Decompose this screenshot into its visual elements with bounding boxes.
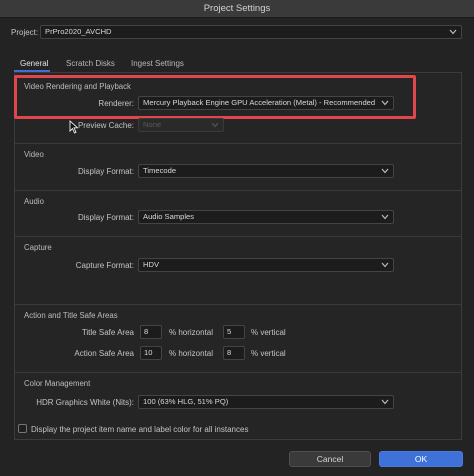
video-display-format-label: Display Format: — [77, 167, 134, 176]
hdr-graphics-white-label: HDR Graphics White (Nits): — [36, 398, 134, 407]
project-dropdown[interactable]: PrPro2020_AVCHD — [40, 25, 462, 39]
section-audio-title: Audio — [24, 197, 44, 206]
capture-format-value: HDV — [143, 260, 160, 269]
action-safe-label: Action Safe Area — [74, 349, 134, 358]
video-display-format-dropdown[interactable]: Timecode — [138, 164, 394, 178]
capture-format-dropdown[interactable]: HDV — [138, 258, 394, 272]
hdr-graphics-white-value: 100 (63% HLG, 51% PQ) — [143, 397, 229, 406]
video-display-format-value: Timecode — [143, 166, 177, 175]
chevron-down-icon — [381, 262, 389, 268]
divider — [15, 304, 461, 305]
renderer-dropdown[interactable]: Mercury Playback Engine GPU Acceleration… — [138, 96, 394, 110]
preview-cache-dropdown[interactable]: None — [138, 118, 224, 132]
section-video-title: Video — [24, 150, 44, 159]
chevron-down-icon — [381, 214, 389, 220]
capture-format-label: Capture Format: — [75, 261, 134, 270]
action-safe-vertical-unit: % vertical — [251, 349, 286, 358]
cancel-button[interactable]: Cancel — [289, 451, 371, 467]
section-capture-title: Capture — [24, 243, 52, 252]
divider — [15, 236, 461, 237]
title-safe-label: Title Safe Area — [81, 328, 134, 337]
section-safe-areas-title: Action and Title Safe Areas — [24, 311, 118, 320]
divider — [15, 372, 461, 373]
action-safe-vertical-input[interactable]: 8 — [223, 346, 245, 360]
tab-ingest-settings[interactable]: Ingest Settings — [131, 59, 184, 68]
chevron-down-icon — [381, 399, 389, 405]
mouse-cursor-icon — [69, 120, 79, 134]
chevron-down-icon — [381, 168, 389, 174]
project-label: Project: — [11, 28, 39, 37]
preview-cache-label: Preview Cache: — [77, 121, 134, 130]
audio-display-format-dropdown[interactable]: Audio Samples — [138, 210, 394, 224]
action-safe-horizontal-unit: % horizontal — [169, 349, 214, 358]
window-title: Project Settings — [203, 3, 271, 14]
renderer-label: Renderer: — [98, 99, 134, 108]
hdr-graphics-white-dropdown[interactable]: 100 (63% HLG, 51% PQ) — [138, 395, 394, 409]
title-safe-horizontal-unit: % horizontal — [169, 328, 214, 337]
chevron-down-icon — [211, 122, 219, 128]
audio-display-format-value: Audio Samples — [143, 212, 195, 221]
divider — [15, 190, 461, 191]
tab-scratch-disks[interactable]: Scratch Disks — [66, 59, 115, 68]
window-titlebar: Project Settings — [0, 0, 474, 18]
chevron-down-icon — [381, 100, 389, 106]
preview-cache-value: None — [143, 120, 162, 129]
title-safe-vertical-unit: % vertical — [251, 328, 286, 337]
ok-button[interactable]: OK — [379, 451, 463, 467]
project-value: PrPro2020_AVCHD — [45, 27, 112, 36]
divider — [15, 143, 461, 144]
section-color-management-title: Color Management — [24, 379, 91, 388]
chevron-down-icon — [449, 29, 457, 35]
title-safe-vertical-input[interactable]: 5 — [223, 325, 245, 339]
section-video-rendering-title: Video Rendering and Playback — [24, 82, 131, 91]
display-label-color-checkbox[interactable] — [18, 424, 27, 433]
action-safe-horizontal-input[interactable]: 10 — [140, 346, 162, 360]
display-label-color-label: Display the project item name and label … — [31, 425, 249, 434]
title-safe-horizontal-input[interactable]: 8 — [140, 325, 162, 339]
tab-general[interactable]: General — [20, 59, 48, 68]
renderer-value: Mercury Playback Engine GPU Acceleration… — [143, 98, 376, 107]
audio-display-format-label: Display Format: — [77, 213, 134, 222]
